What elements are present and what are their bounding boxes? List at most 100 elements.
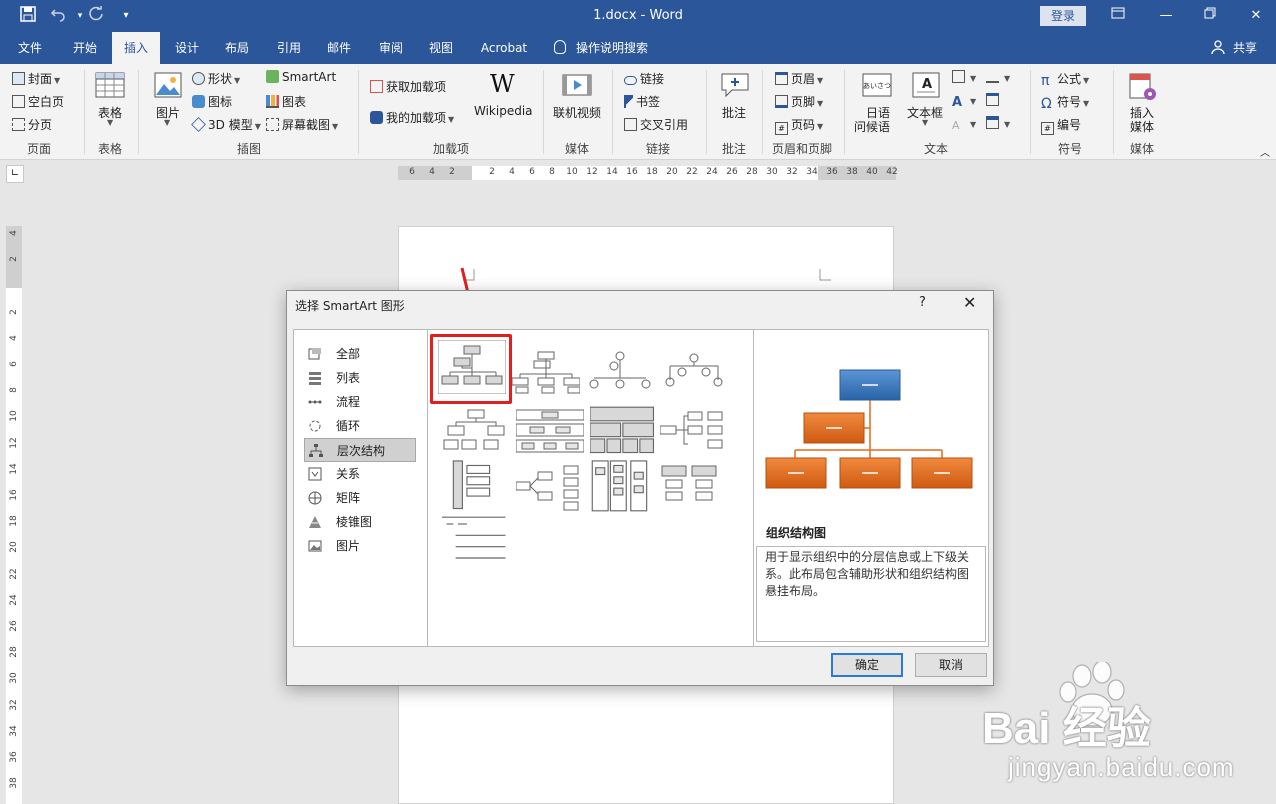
greeting-icon[interactable]: あいさつ (862, 72, 892, 101)
ruler-tick: 36 (826, 167, 838, 177)
cover-page-button[interactable]: 封面 ▼ (12, 70, 60, 87)
category-hierarchy[interactable]: 层次结构 (304, 438, 416, 462)
wordart-icon[interactable]: A ▼ (952, 93, 976, 109)
layout-table-list[interactable] (442, 514, 510, 568)
tab-references[interactable]: 引用 (266, 32, 312, 64)
layout-architecture[interactable] (660, 460, 728, 514)
cross-reference-button[interactable]: 交叉引用 (624, 116, 688, 133)
get-addins-button[interactable]: 获取加载项 (370, 78, 446, 95)
table-icon[interactable] (95, 72, 125, 101)
screenshot-button[interactable]: 屏幕截图 ▼ (266, 116, 338, 133)
chart-button[interactable]: 图表 (266, 93, 306, 110)
ruler-tick: 14 (606, 167, 618, 177)
comment-button[interactable]: 批注 (722, 104, 746, 121)
picture-icon[interactable] (154, 72, 182, 101)
comment-icon[interactable] (720, 72, 750, 101)
layout-horizontal-org-chart[interactable] (516, 460, 584, 514)
insert-media-icon[interactable] (1128, 72, 1158, 105)
layout-circle-picture-hierarchy[interactable] (660, 346, 728, 400)
category-cycle[interactable]: 循环 (304, 414, 416, 438)
restore-icon[interactable] (1196, 4, 1224, 28)
link-label: 链接 (640, 72, 665, 86)
horizontal-ruler[interactable]: 6 4 2 2 4 6 8 10 12 14 16 18 20 22 24 26 28 30 32 34 36 38 40 4… (398, 166, 898, 180)
insert-media-label-line2[interactable]: 媒体 (1130, 118, 1154, 135)
blank-page-button[interactable]: 空白页 (12, 93, 64, 110)
category-all[interactable]: 全部 (304, 342, 416, 366)
help-icon[interactable]: ? (919, 295, 926, 310)
footer-button[interactable]: 页脚 ▼ (775, 93, 823, 110)
online-video-button[interactable]: 联机视频 (553, 104, 601, 121)
bookmark-button[interactable]: 书签 (624, 93, 660, 110)
link-button[interactable]: 链接 (624, 70, 664, 87)
category-picture[interactable]: 图片 (304, 534, 416, 558)
layout-hierarchy-list[interactable] (442, 460, 510, 514)
tab-review[interactable]: 审阅 (368, 32, 414, 64)
tab-layout[interactable]: 布局 (214, 32, 260, 64)
object-icon[interactable]: ▼ (986, 116, 1010, 130)
tab-insert[interactable]: 插入 (112, 32, 160, 64)
tab-acrobat[interactable]: Acrobat (472, 32, 536, 64)
tab-view[interactable]: 视图 (418, 32, 464, 64)
collapse-ribbon-icon[interactable]: ︿ (1260, 144, 1270, 159)
tab-mailings[interactable]: 邮件 (316, 32, 362, 64)
header-button[interactable]: 页眉 ▼ (775, 70, 823, 87)
layout-hierarchy[interactable] (442, 404, 510, 458)
smartart-button[interactable]: SmartArt (266, 70, 336, 84)
tab-design[interactable]: 设计 (164, 32, 210, 64)
tab-file[interactable]: 文件 (8, 32, 52, 64)
layout-name-title-org-chart[interactable] (512, 346, 580, 400)
layout-lined-list[interactable] (590, 460, 658, 514)
wikipedia-icon[interactable]: W (490, 70, 515, 98)
layout-table-hierarchy[interactable] (590, 404, 658, 458)
greeting-label-line2[interactable]: 问候语 (854, 118, 890, 135)
table-dropdown-icon[interactable]: ▼ (107, 118, 113, 127)
textbox-dropdown-icon[interactable]: ▼ (922, 118, 928, 127)
picture-dropdown-icon[interactable]: ▼ (164, 118, 170, 127)
ok-button[interactable]: 确定 (831, 653, 903, 677)
layout-organization-chart[interactable] (438, 340, 506, 394)
login-button[interactable]: 登录 (1040, 6, 1086, 26)
drop-cap-icon[interactable]: A ▼ (952, 116, 976, 132)
3d-models-button[interactable]: 3D 模型 ▼ (191, 116, 261, 133)
layout-labeled-hierarchy[interactable] (516, 404, 584, 458)
layout-half-circle-org-chart[interactable] (586, 346, 654, 400)
category-process[interactable]: 流程 (304, 390, 416, 414)
category-relationship[interactable]: 关系 (304, 462, 416, 486)
signature-line-icon[interactable]: ▼ (986, 70, 1010, 84)
close-window-icon[interactable]: ✕ (1242, 4, 1270, 28)
screenshot-label: 屏幕截图 (282, 118, 331, 132)
icons-button[interactable]: 图标 (192, 93, 232, 110)
bookmark-icon (624, 95, 633, 108)
category-list-item[interactable]: 列表 (304, 366, 416, 390)
close-icon[interactable]: ✕ (963, 293, 976, 312)
tab-selector-icon[interactable]: ∟ (6, 165, 24, 183)
wikipedia-button[interactable]: Wikipedia (474, 104, 533, 118)
online-video-icon[interactable] (562, 72, 592, 101)
symbol-button[interactable]: Ω 符号 ▼ (1041, 93, 1089, 111)
ruler-tick: 38 (9, 777, 19, 789)
minimize-icon[interactable]: — (1152, 4, 1180, 28)
ribbon: 封面 ▼ 空白页 分页 页面 表格 ▼ 表格 图片 ▼ 形状 ▼ 图标 3D 模型 ▼… (0, 64, 1276, 160)
share-button[interactable]: 共享 (1230, 32, 1260, 64)
category-pyramid[interactable]: 棱锥图 (304, 510, 416, 534)
footer-icon (775, 95, 788, 108)
my-addins-button[interactable]: 我的加载项 ▼ (370, 109, 454, 126)
numbering-label: 编号 (1057, 118, 1082, 132)
tab-home[interactable]: 开始 (62, 32, 108, 64)
quick-parts-icon[interactable]: ▼ (952, 70, 976, 84)
ribbon-display-options-icon[interactable] (1104, 4, 1132, 28)
vertical-ruler[interactable]: 4 2 2 4 6 8 10 12 14 16 18 20 22 24 26 28 30 32 34 36 38 (6, 226, 22, 804)
cancel-button[interactable]: 取消 (915, 653, 987, 677)
textbox-icon[interactable]: A (912, 72, 940, 101)
svg-text:あいさつ: あいさつ (863, 82, 891, 90)
tell-me-search[interactable]: 操作说明搜索 (576, 32, 662, 64)
page-break-button[interactable]: 分页 (12, 116, 52, 133)
page-number-button[interactable]: # 页码 ▼ (775, 116, 823, 135)
date-time-icon[interactable] (986, 93, 1002, 107)
category-matrix[interactable]: 矩阵 (304, 486, 416, 510)
layout-horizontal-hierarchy[interactable] (660, 404, 728, 458)
equation-button[interactable]: π 公式 ▼ (1041, 70, 1089, 88)
numbering-button[interactable]: # 编号 (1041, 116, 1081, 135)
ruler-tick: 2 (449, 167, 455, 177)
shapes-button[interactable]: 形状 ▼ (192, 70, 240, 87)
